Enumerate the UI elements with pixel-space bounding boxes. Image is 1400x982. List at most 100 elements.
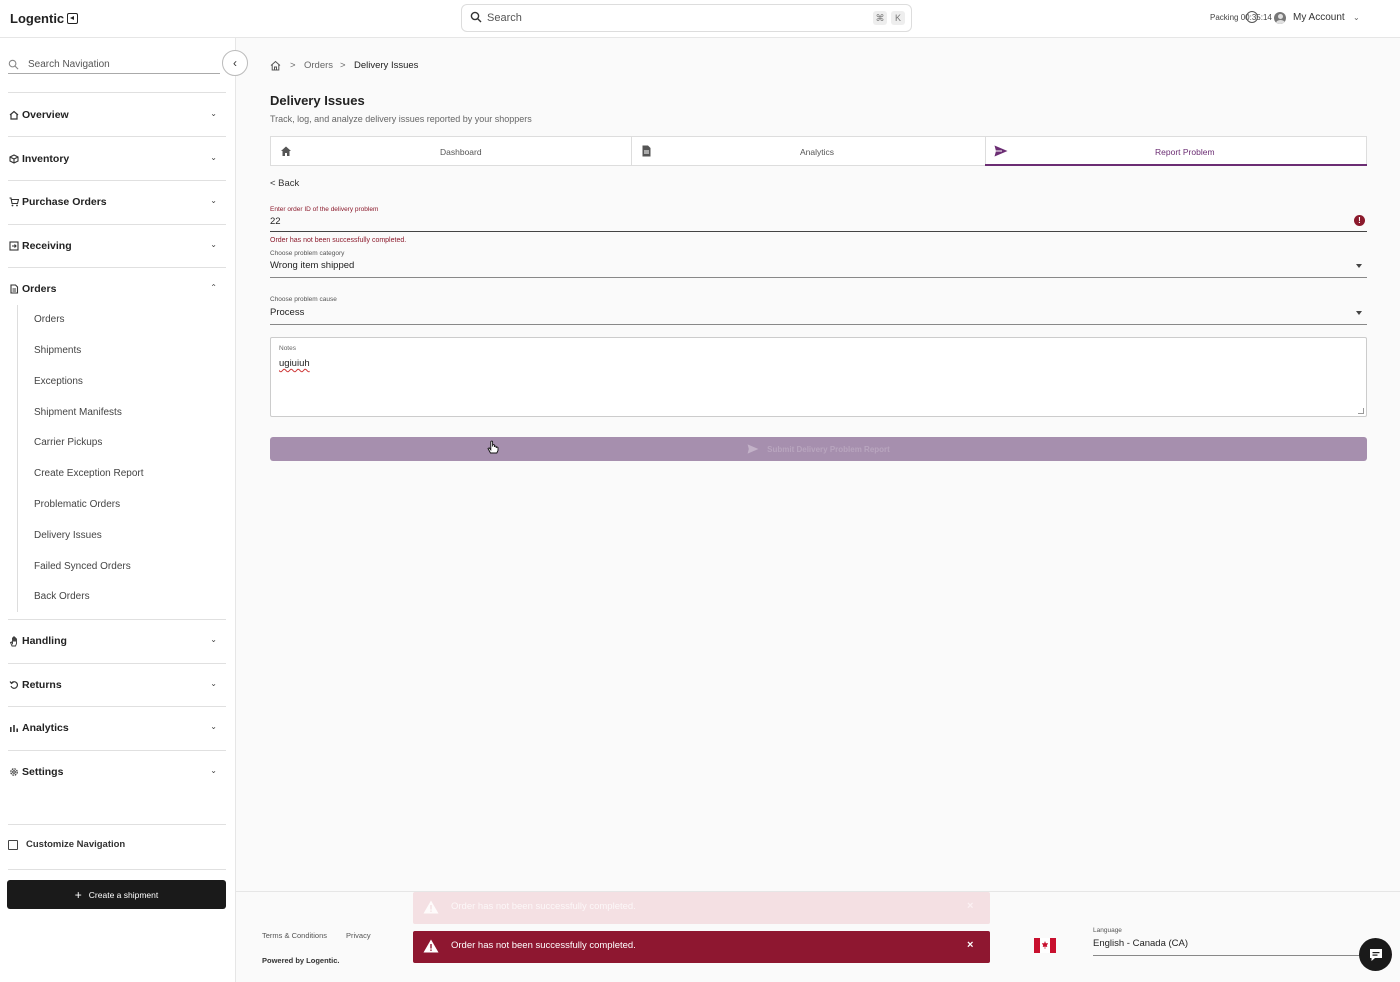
- nav-group-label: Returns: [22, 679, 62, 691]
- nav-group-settings[interactable]: Settings ⌄: [8, 761, 226, 783]
- terms-link[interactable]: Terms & Conditions: [262, 931, 327, 940]
- customize-navigation-toggle[interactable]: Customize Navigation: [8, 839, 125, 850]
- notes-value: ugiuiuh: [279, 358, 310, 369]
- timer-icon: [1246, 11, 1258, 23]
- category-select[interactable]: Wrong item shipped: [270, 260, 354, 271]
- receive-icon: [8, 241, 19, 252]
- customize-checkbox[interactable]: [8, 839, 18, 850]
- notes-label: Notes: [279, 345, 296, 352]
- toast-message: Order has not been successfully complete…: [451, 940, 636, 951]
- nav-group-label: Settings: [22, 766, 64, 778]
- chevron-down-icon: ⌄: [210, 196, 217, 205]
- bar-chart-icon: [8, 723, 19, 734]
- breadcrumb-separator: >: [340, 60, 346, 71]
- tab-bar: Dashboard Analytics Report Problem: [270, 136, 1367, 166]
- chevron-down-icon[interactable]: ⌄: [1353, 13, 1360, 22]
- divider: [8, 267, 226, 268]
- home-icon: [281, 146, 291, 156]
- home-icon: [8, 110, 19, 121]
- sidebar-item-exceptions[interactable]: Exceptions: [34, 376, 83, 387]
- order-id-input[interactable]: 22: [270, 216, 281, 227]
- language-select[interactable]: English - Canada (CA): [1093, 938, 1188, 949]
- breadcrumb-home-icon[interactable]: [270, 60, 281, 74]
- divider: [8, 180, 226, 181]
- cause-select[interactable]: Process: [270, 307, 304, 318]
- sidebar-item-back-orders[interactable]: Back Orders: [34, 591, 90, 602]
- breadcrumb-orders[interactable]: Orders: [304, 60, 333, 71]
- notes-textarea[interactable]: Notes ugiuiuh: [270, 337, 1367, 417]
- nav-group-analytics[interactable]: Analytics ⌄: [8, 717, 226, 739]
- close-icon[interactable]: ×: [967, 939, 973, 951]
- toast-notification: Order has not been successfully complete…: [413, 892, 990, 924]
- warning-icon: [423, 939, 439, 953]
- tab-report-problem[interactable]: Report Problem: [986, 137, 1367, 165]
- nav-search-input[interactable]: Search Navigation: [8, 56, 220, 74]
- dropdown-arrow-icon[interactable]: [1356, 264, 1362, 268]
- account-menu[interactable]: My Account: [1293, 12, 1345, 23]
- sidebar-item-orders[interactable]: Orders: [34, 314, 65, 325]
- chat-button[interactable]: [1359, 938, 1392, 971]
- document-icon: [642, 145, 651, 157]
- nav-group-inventory[interactable]: Inventory ⌄: [8, 148, 226, 170]
- global-search[interactable]: Search ⌘ K: [461, 4, 912, 32]
- collapse-sidebar-button[interactable]: ‹: [222, 50, 248, 76]
- close-icon[interactable]: ×: [967, 900, 973, 912]
- chevron-down-icon: ⌄: [210, 635, 217, 644]
- cmd-key: ⌘: [873, 11, 887, 25]
- document-icon: [8, 284, 19, 295]
- tab-label: Analytics: [800, 147, 835, 157]
- chevron-left-icon: ‹: [233, 56, 237, 70]
- return-icon: [8, 680, 19, 691]
- cart-icon: [8, 197, 19, 208]
- tab-analytics[interactable]: Analytics: [632, 137, 985, 165]
- subnav-line: [17, 305, 18, 612]
- customize-label: Customize Navigation: [26, 839, 126, 850]
- sidebar-item-failed-synced-orders[interactable]: Failed Synced Orders: [34, 561, 131, 572]
- create-shipment-button[interactable]: + Create a shipment: [7, 880, 226, 909]
- chevron-down-icon: ⌄: [210, 240, 217, 249]
- nav-group-returns[interactable]: Returns ⌄: [8, 674, 226, 696]
- chevron-down-icon: ⌄: [210, 766, 217, 775]
- powered-by: Powered by Logentic.: [262, 956, 340, 965]
- avatar[interactable]: [1274, 12, 1286, 24]
- sidebar-item-problematic-orders[interactable]: Problematic Orders: [34, 499, 120, 510]
- chevron-up-icon: ⌃: [210, 283, 217, 292]
- nav-group-overview[interactable]: Overview ⌄: [8, 104, 226, 126]
- nav-group-label: Overview: [22, 109, 69, 121]
- nav-group-handling[interactable]: Handling ⌄: [8, 630, 226, 652]
- back-link[interactable]: < Back: [270, 178, 299, 189]
- sidebar-item-delivery-issues[interactable]: Delivery Issues: [34, 530, 102, 541]
- sidebar-item-shipment-manifests[interactable]: Shipment Manifests: [34, 407, 122, 418]
- active-tab-indicator: [985, 164, 1367, 166]
- divider: [8, 869, 226, 870]
- nav-group-receiving[interactable]: Receiving ⌄: [8, 235, 226, 257]
- order-id-underline: [270, 231, 1367, 232]
- toast-notification: Order has not been successfully complete…: [413, 931, 990, 963]
- nav-group-label: Orders: [22, 283, 57, 295]
- hand-cursor-icon: [487, 440, 499, 454]
- privacy-link[interactable]: Privacy: [346, 931, 371, 940]
- tab-dashboard[interactable]: Dashboard: [271, 137, 631, 165]
- breadcrumb-separator: >: [290, 60, 296, 71]
- send-icon: [994, 145, 1008, 157]
- packing-status[interactable]: Packing 00:35:14: [1210, 13, 1272, 22]
- sidebar-item-shipments[interactable]: Shipments: [34, 345, 81, 356]
- top-bar: Logentic Search ⌘ K Packing 00:35:14 My …: [0, 0, 1400, 38]
- app-logo[interactable]: Logentic: [10, 11, 79, 26]
- chevron-down-icon: ⌄: [210, 109, 217, 118]
- submit-report-button[interactable]: Submit Delivery Problem Report: [270, 437, 1367, 461]
- submit-label: Submit Delivery Problem Report: [767, 444, 890, 454]
- warning-icon: [423, 900, 439, 914]
- send-icon: [747, 444, 759, 454]
- nav-group-orders[interactable]: Orders ⌃: [8, 278, 226, 300]
- resize-handle-icon[interactable]: [1358, 408, 1364, 414]
- nav-group-label: Handling: [22, 635, 67, 647]
- search-icon: [8, 59, 19, 70]
- sidebar-item-create-exception-report[interactable]: Create Exception Report: [34, 468, 144, 479]
- order-id-label: Enter order ID of the delivery problem: [270, 206, 379, 213]
- dropdown-arrow-icon[interactable]: [1356, 311, 1362, 315]
- sidebar-item-carrier-pickups[interactable]: Carrier Pickups: [34, 437, 102, 448]
- nav-group-purchase-orders[interactable]: Purchase Orders ⌄: [8, 191, 226, 213]
- canada-flag-icon: [1034, 938, 1056, 953]
- language-underline: [1093, 955, 1363, 956]
